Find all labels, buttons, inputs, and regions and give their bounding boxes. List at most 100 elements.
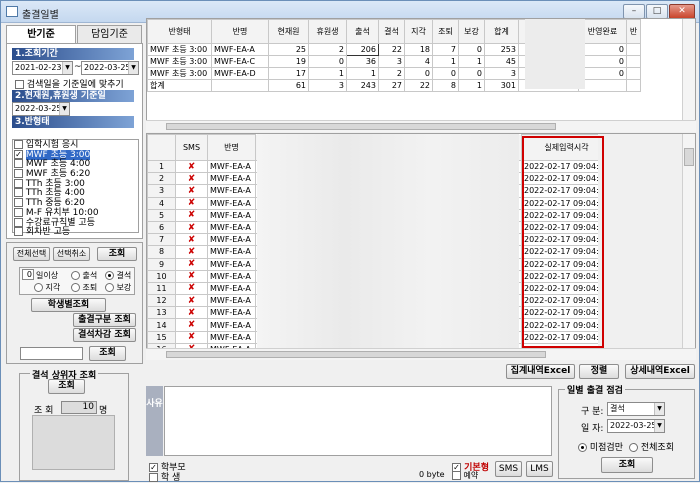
- radio[interactable]: [105, 271, 114, 280]
- column-header[interactable]: 반: [626, 19, 641, 44]
- check-icon[interactable]: ✘: [188, 210, 196, 220]
- sms-checkbox-cell[interactable]: ✘: [175, 172, 208, 186]
- absent-top-query-button[interactable]: 조회: [48, 379, 85, 394]
- close-button[interactable]: ✕: [669, 4, 695, 19]
- chevron-down-icon[interactable]: ▼: [654, 420, 664, 432]
- student-option[interactable]: 학 생: [149, 470, 180, 483]
- check-icon[interactable]: ✘: [188, 271, 196, 281]
- column-header[interactable]: 출석: [346, 19, 379, 44]
- radio[interactable]: [71, 283, 80, 292]
- sms-checkbox-cell[interactable]: ✘: [175, 220, 208, 235]
- column-header[interactable]: 반영완료: [578, 19, 627, 44]
- checkbox[interactable]: [14, 178, 23, 188]
- sms-checkbox-cell[interactable]: ✘: [175, 269, 208, 283]
- check-icon[interactable]: ✘: [188, 186, 196, 196]
- daily-query-button[interactable]: 조회: [601, 457, 653, 473]
- search-input[interactable]: [20, 347, 83, 360]
- list-item[interactable]: 회차반 고등: [13, 227, 138, 237]
- radio[interactable]: [578, 443, 587, 452]
- sms-checkbox-cell[interactable]: ✘: [175, 184, 208, 198]
- column-header[interactable]: 반형태: [147, 19, 212, 44]
- checkbox[interactable]: [452, 471, 461, 480]
- detail-scrollbar-h[interactable]: [146, 348, 696, 360]
- absence-diff-button[interactable]: 결석차감 조회: [73, 328, 136, 342]
- list-item[interactable]: TTh 초등 4:00: [13, 188, 138, 198]
- summary-scrollbar-v[interactable]: [682, 19, 695, 124]
- type-combo[interactable]: 결석 ▼: [607, 402, 665, 416]
- sms-checkbox-cell[interactable]: ✘: [175, 318, 208, 332]
- check-icon[interactable]: ✘: [188, 283, 196, 293]
- radio[interactable]: [71, 271, 80, 280]
- checkbox[interactable]: [14, 188, 23, 198]
- list-item[interactable]: 입학시험 응시: [13, 140, 138, 150]
- summary-scrollbar-h[interactable]: [146, 120, 696, 132]
- chevron-down-icon[interactable]: ▼: [62, 62, 72, 74]
- check-icon[interactable]: ✘: [188, 235, 196, 245]
- check-icon[interactable]: ✘: [188, 296, 196, 306]
- scroll-thumb[interactable]: [166, 351, 546, 358]
- check-icon[interactable]: ✘: [188, 174, 196, 184]
- reserve-option[interactable]: 예약: [452, 470, 478, 481]
- total-excel-button[interactable]: 집계내역Excel: [506, 364, 575, 379]
- all-query-option[interactable]: 전체조회: [629, 440, 674, 453]
- sms-checkbox-cell[interactable]: ✘: [175, 208, 208, 222]
- scroll-thumb[interactable]: [684, 148, 694, 166]
- checkbox[interactable]: [14, 159, 23, 169]
- sort-button[interactable]: 정렬: [579, 364, 619, 379]
- check-icon[interactable]: ✘: [188, 308, 196, 318]
- list-item[interactable]: MWF 초등 4:00: [13, 159, 138, 169]
- list-item[interactable]: 수강료규칙별 고등: [13, 217, 138, 227]
- sms-checkbox-cell[interactable]: ✘: [175, 233, 208, 247]
- reason-textarea[interactable]: [164, 386, 552, 456]
- tab-teacher-basis[interactable]: 담임기준: [77, 25, 142, 43]
- min-days-input[interactable]: 0: [22, 269, 34, 280]
- class-type-list[interactable]: 입학시험 응시 ✓ MWF 초등 3:00 MWF 초등 4:00 MWF 초등 …: [12, 139, 139, 237]
- checkbox[interactable]: [14, 198, 23, 208]
- sms-checkbox-cell[interactable]: ✘: [175, 196, 208, 210]
- list-item[interactable]: TTh 중등 6:20: [13, 198, 138, 208]
- date-to-combo[interactable]: 2022-03-25 ▼: [81, 61, 139, 75]
- list-item[interactable]: M-F 유치부 10:00: [13, 207, 138, 218]
- column-header[interactable]: 현재원: [268, 19, 309, 44]
- check-icon[interactable]: ✘: [188, 247, 196, 257]
- checkbox[interactable]: [149, 473, 158, 482]
- lms-button[interactable]: LMS: [526, 461, 553, 477]
- check-icon[interactable]: ✘: [188, 332, 196, 342]
- sms-checkbox-cell[interactable]: ✘: [175, 294, 208, 308]
- list-item[interactable]: MWF 초등 6:20: [13, 169, 138, 179]
- unchecked-only-option[interactable]: 미점검만: [578, 440, 623, 453]
- sms-checkbox-cell[interactable]: ✘: [175, 330, 208, 344]
- detail-scrollbar-v[interactable]: [682, 134, 695, 348]
- checkbox[interactable]: [14, 169, 23, 179]
- column-header[interactable]: 보강: [458, 19, 485, 44]
- sms-checkbox-cell[interactable]: ✘: [175, 245, 208, 259]
- check-icon[interactable]: ✘: [188, 259, 196, 269]
- absent-count-input[interactable]: 10: [61, 401, 97, 414]
- filter-radio-option[interactable]: 결석: [105, 270, 131, 281]
- check-icon[interactable]: ✘: [188, 320, 196, 330]
- chevron-down-icon[interactable]: ▼: [654, 403, 664, 415]
- sms-checkbox-cell[interactable]: ✘: [175, 257, 208, 271]
- chevron-down-icon[interactable]: ▼: [128, 62, 138, 74]
- column-header[interactable]: 합계: [484, 19, 519, 44]
- column-header[interactable]: 결석: [378, 19, 405, 44]
- minimize-button[interactable]: –: [623, 4, 645, 19]
- query-button[interactable]: 조회: [97, 247, 137, 261]
- date-from-combo[interactable]: 2021-02-23 ▼: [12, 61, 73, 75]
- sms-checkbox-cell[interactable]: ✘: [175, 281, 208, 296]
- column-header[interactable]: 휴원생: [308, 19, 347, 44]
- checkbox[interactable]: [14, 207, 23, 217]
- sms-checkbox-cell[interactable]: ✘: [175, 159, 208, 174]
- tab-class-basis[interactable]: 반기준: [6, 25, 76, 44]
- filter-radio-option[interactable]: 지각: [34, 282, 60, 293]
- maximize-button[interactable]: □: [646, 4, 668, 19]
- check-icon[interactable]: ✘: [188, 198, 196, 208]
- filter-radio-option[interactable]: 출석: [71, 270, 97, 281]
- attendance-type-button[interactable]: 출결구분 조회: [73, 313, 136, 327]
- query-button-2[interactable]: 조회: [89, 346, 126, 361]
- checkbox[interactable]: [14, 140, 23, 149]
- column-header[interactable]: 반명: [207, 134, 256, 161]
- column-header[interactable]: 반명: [211, 19, 269, 44]
- match-date-option[interactable]: 검색일을 기준일에 맞추기: [15, 77, 124, 90]
- check-icon[interactable]: ✘: [188, 223, 196, 233]
